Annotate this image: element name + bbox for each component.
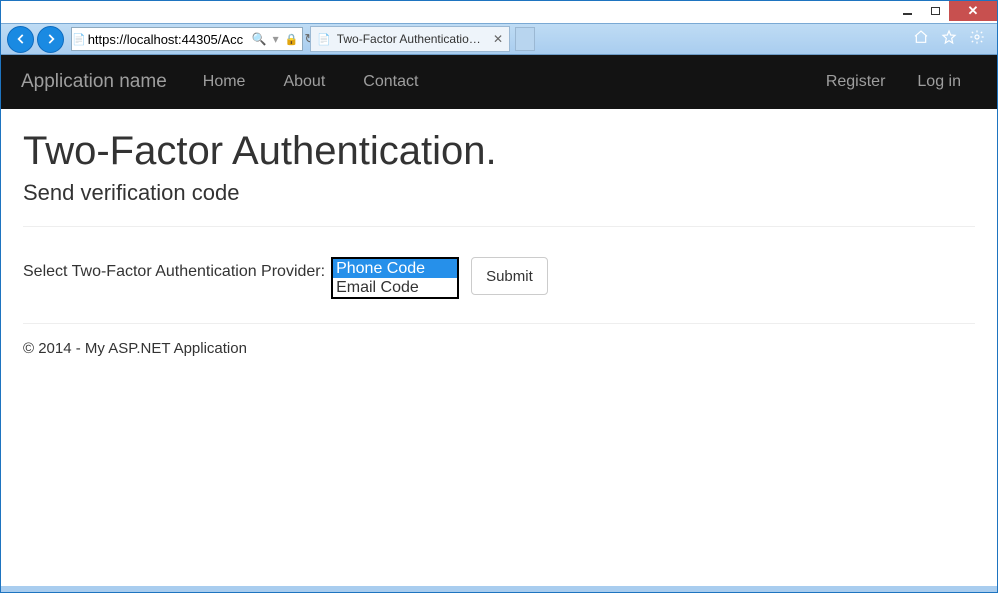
browser-right-icons: [913, 29, 991, 50]
tab-favicon-icon: 📄: [317, 33, 331, 46]
lock-icon: 🔒: [285, 33, 299, 46]
separator: [23, 226, 975, 227]
tools-icon[interactable]: [969, 29, 985, 50]
browser-tab[interactable]: 📄 Two-Factor Authentication ... ✕: [310, 26, 510, 52]
provider-option-email[interactable]: Email Code: [333, 278, 457, 297]
browser-window: ✕ 📄 🔍 ▾ 🔒 ↻ 📄 Two-Factor Authentication …: [0, 0, 998, 593]
page-container: Two-Factor Authentication. Send verifica…: [1, 109, 997, 377]
site-navbar: Application name Home About Contact Regi…: [1, 55, 997, 109]
nav-link-home[interactable]: Home: [187, 73, 262, 91]
page-favicon-icon: 📄: [72, 33, 86, 46]
provider-option-phone[interactable]: Phone Code: [333, 259, 457, 278]
new-tab-button[interactable]: [515, 27, 535, 51]
nav-link-register[interactable]: Register: [810, 73, 902, 91]
home-icon[interactable]: [913, 29, 929, 50]
window-maximize-button[interactable]: [921, 1, 949, 21]
submit-button[interactable]: Submit: [471, 257, 548, 295]
window-titlebar: ✕: [1, 1, 997, 23]
page-title: Two-Factor Authentication.: [23, 129, 975, 174]
footer-separator: [23, 323, 975, 324]
provider-label: Select Two-Factor Authentication Provide…: [23, 257, 325, 281]
footer-text: © 2014 - My ASP.NET Application: [23, 340, 975, 357]
window-close-button[interactable]: ✕: [949, 1, 997, 21]
browser-toolbar: 📄 🔍 ▾ 🔒 ↻ 📄 Two-Factor Authentication ..…: [1, 23, 997, 55]
tab-title: Two-Factor Authentication ...: [337, 32, 487, 46]
search-icon[interactable]: 🔍: [252, 32, 267, 46]
address-bar[interactable]: 📄 🔍 ▾ 🔒 ↻: [71, 27, 303, 51]
nav-link-contact[interactable]: Contact: [347, 73, 434, 91]
nav-link-about[interactable]: About: [267, 73, 341, 91]
back-button[interactable]: [7, 26, 34, 53]
provider-form-row: Select Two-Factor Authentication Provide…: [23, 257, 975, 299]
address-input[interactable]: [86, 32, 246, 47]
provider-select[interactable]: Phone Code Email Code: [331, 257, 459, 299]
page-subtitle: Send verification code: [23, 180, 975, 206]
window-minimize-button[interactable]: [893, 1, 921, 21]
tab-close-icon[interactable]: ✕: [493, 32, 503, 46]
nav-link-login[interactable]: Log in: [901, 73, 977, 91]
favorites-icon[interactable]: [941, 29, 957, 50]
page-viewport: Application name Home About Contact Regi…: [1, 55, 997, 586]
window-bottom-border: [1, 586, 997, 592]
forward-button[interactable]: [37, 26, 64, 53]
navbar-brand[interactable]: Application name: [21, 71, 181, 93]
